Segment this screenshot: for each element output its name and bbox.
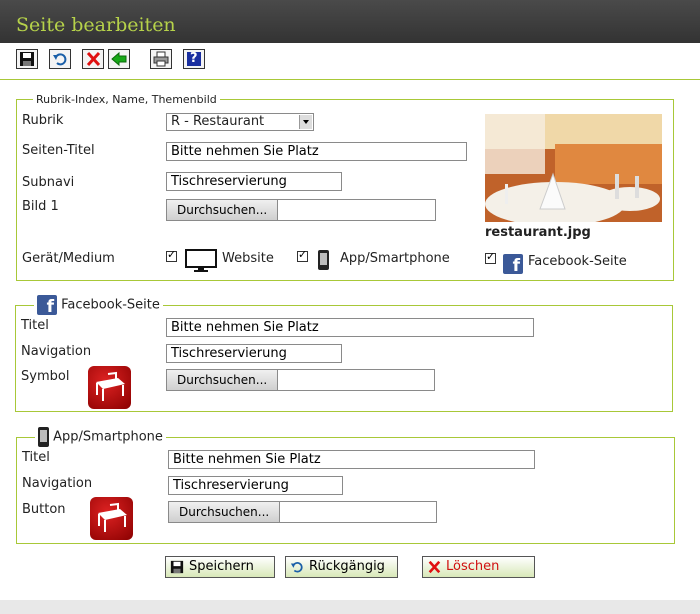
- app-button-file-input[interactable]: Durchsuchen...: [168, 501, 437, 523]
- help-icon-label: ?: [190, 51, 198, 66]
- main-legend: Rubrik-Index, Name, Themenbild: [36, 93, 217, 106]
- print-icon: [153, 51, 169, 67]
- undo-icon: [53, 53, 67, 66]
- rubrik-select[interactable]: R - Restaurant: [166, 113, 314, 131]
- app-legend-text: App/Smartphone: [53, 429, 163, 445]
- save-icon: [170, 560, 184, 574]
- print-toolbar-button[interactable]: [150, 49, 172, 69]
- app-titel-label: Titel: [22, 450, 50, 465]
- facebook-checkbox[interactable]: [485, 250, 496, 264]
- back-arrow-icon: [111, 51, 127, 67]
- app-button-label: Button: [22, 502, 66, 517]
- fb-titel-input[interactable]: Bitte nehmen Sie Platz: [166, 318, 534, 337]
- facebook-legend-text: Facebook-Seite: [61, 297, 160, 313]
- delete-icon: [428, 560, 441, 574]
- seiten-titel-label: Seiten-Titel: [22, 143, 95, 158]
- delete-toolbar-button[interactable]: [82, 49, 104, 69]
- smartphone-checkbox[interactable]: [297, 248, 308, 262]
- fb-symbol-label: Symbol: [21, 369, 70, 384]
- smartphone-label: App/Smartphone: [340, 251, 450, 266]
- app-navigation-label: Navigation: [22, 476, 93, 491]
- theme-image-caption: restaurant.jpg: [485, 225, 591, 240]
- website-label: Website: [222, 251, 274, 266]
- toolbar-divider: [0, 79, 700, 80]
- delete-icon: [86, 51, 101, 67]
- table-chairs-icon: [88, 366, 131, 409]
- bottom-bar: [0, 600, 700, 614]
- rubrik-label: Rubrik: [22, 113, 64, 128]
- app-legend: App/Smartphone: [35, 427, 166, 447]
- facebook-icon: f: [503, 254, 523, 276]
- website-checkbox[interactable]: [166, 248, 177, 262]
- delete-button[interactable]: Löschen: [422, 556, 535, 578]
- smartphone-icon: [318, 250, 329, 270]
- rubrik-select-value: R - Restaurant: [171, 114, 265, 129]
- bild-browse-button[interactable]: Durchsuchen...: [167, 200, 279, 220]
- help-toolbar-button[interactable]: ?: [183, 49, 205, 69]
- undo-icon: [290, 562, 303, 573]
- page-title: Seite bearbeiten: [16, 14, 176, 36]
- undo-button[interactable]: Rückgängig: [285, 556, 398, 578]
- device-label: Gerät/Medium: [22, 251, 115, 266]
- undo-toolbar-button[interactable]: [49, 49, 71, 69]
- facebook-icon: f: [37, 295, 57, 317]
- save-button[interactable]: Speichern: [165, 556, 275, 578]
- fb-titel-label: Titel: [21, 318, 49, 333]
- seiten-titel-input[interactable]: Bitte nehmen Sie Platz: [166, 142, 467, 161]
- monitor-icon: [185, 249, 217, 272]
- facebook-legend: f Facebook-Seite: [34, 295, 163, 317]
- subnavi-label: Subnavi: [22, 175, 75, 190]
- save-toolbar-button[interactable]: [16, 49, 38, 69]
- delete-button-label: Löschen: [446, 559, 500, 574]
- fb-symbol-file-input[interactable]: Durchsuchen...: [166, 369, 435, 391]
- facebook-label: Facebook-Seite: [528, 254, 627, 269]
- table-chairs-icon: [90, 497, 133, 540]
- fb-navigation-input[interactable]: Tischreservierung: [166, 344, 342, 363]
- back-toolbar-button[interactable]: [108, 49, 130, 69]
- app-browse-button[interactable]: Durchsuchen...: [169, 502, 281, 522]
- save-icon: [20, 52, 34, 66]
- fb-browse-button[interactable]: Durchsuchen...: [167, 370, 279, 390]
- title-bar: Seite bearbeiten: [0, 0, 700, 43]
- app-titel-input[interactable]: Bitte nehmen Sie Platz: [168, 450, 535, 469]
- bild-label: Bild 1: [22, 199, 59, 214]
- chevron-down-icon: [299, 115, 312, 129]
- save-button-label: Speichern: [189, 559, 254, 574]
- subnavi-input[interactable]: Tischreservierung: [166, 172, 342, 191]
- fb-navigation-label: Navigation: [21, 344, 92, 359]
- app-navigation-input[interactable]: Tischreservierung: [168, 476, 343, 495]
- smartphone-icon: [38, 427, 49, 447]
- theme-image: [485, 114, 662, 222]
- undo-button-label: Rückgängig: [309, 559, 385, 574]
- bild-file-input[interactable]: Durchsuchen...: [166, 199, 436, 221]
